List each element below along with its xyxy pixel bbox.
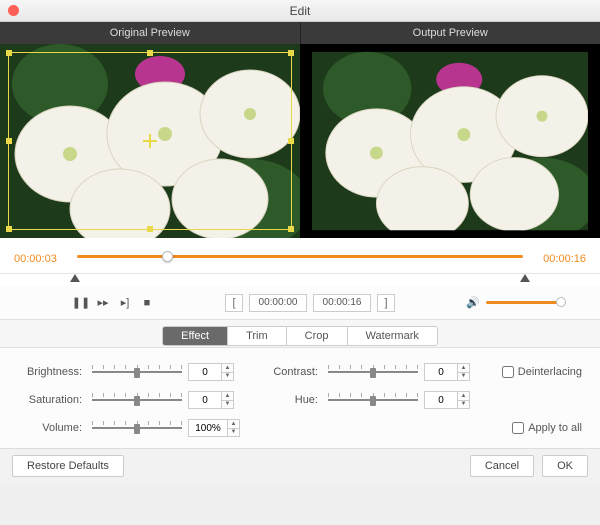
hue-slider[interactable] — [328, 393, 418, 407]
fast-forward-icon[interactable]: ▸▸ — [96, 296, 110, 310]
output-image — [312, 52, 588, 230]
apply-all-label: Apply to all — [528, 422, 582, 434]
set-end-button[interactable]: ] — [377, 294, 395, 312]
apply-all-checkbox[interactable] — [512, 422, 524, 434]
trim-start-marker[interactable] — [70, 274, 80, 282]
brightness-input[interactable] — [188, 363, 222, 381]
original-preview-label: Original Preview — [0, 22, 301, 44]
hue-input[interactable] — [424, 391, 458, 409]
contrast-up[interactable]: ▲ — [458, 364, 469, 373]
total-time: 00:00:16 — [531, 253, 586, 265]
ok-button[interactable]: OK — [542, 455, 588, 477]
output-preview — [300, 44, 600, 238]
hue-down[interactable]: ▼ — [458, 401, 469, 409]
restore-defaults-button[interactable]: Restore Defaults — [12, 455, 124, 477]
brightness-slider[interactable] — [92, 365, 182, 379]
crop-handle-tr[interactable] — [288, 50, 294, 56]
saturation-input[interactable] — [188, 391, 222, 409]
saturation-label: Saturation: — [18, 394, 86, 406]
playhead[interactable] — [162, 251, 173, 262]
tab-bar: Effect Trim Crop Watermark — [0, 320, 600, 348]
set-start-button[interactable]: [ — [225, 294, 243, 312]
tab-effect[interactable]: Effect — [163, 327, 228, 345]
step-icon[interactable]: ▸] — [118, 296, 132, 310]
crop-handle-bl[interactable] — [6, 226, 12, 232]
volume-effect-slider[interactable] — [92, 421, 182, 435]
contrast-label: Contrast: — [264, 366, 322, 378]
close-window-icon[interactable] — [8, 5, 19, 16]
hue-up[interactable]: ▲ — [458, 392, 469, 401]
crop-handle-bm[interactable] — [147, 226, 153, 232]
window-title: Edit — [290, 4, 311, 18]
crop-handle-br[interactable] — [288, 226, 294, 232]
volume-icon[interactable]: 🔊 — [466, 296, 480, 310]
current-time: 00:00:03 — [14, 253, 69, 265]
saturation-up[interactable]: ▲ — [222, 392, 233, 401]
brightness-down[interactable]: ▼ — [222, 373, 233, 381]
brightness-spinbox[interactable]: ▲▼ — [188, 363, 234, 381]
stop-icon[interactable]: ■ — [140, 296, 154, 310]
crop-handle-mr[interactable] — [288, 138, 294, 144]
trim-start-input[interactable] — [249, 294, 307, 312]
preview-header: Original Preview Output Preview — [0, 22, 600, 44]
tab-crop[interactable]: Crop — [287, 327, 348, 345]
window-lights — [8, 5, 19, 16]
brightness-label: Brightness: — [18, 366, 86, 378]
contrast-input[interactable] — [424, 363, 458, 381]
trim-end-input[interactable] — [313, 294, 371, 312]
crop-handle-tm[interactable] — [147, 50, 153, 56]
volume-label: Volume: — [18, 422, 86, 434]
playback-controls: ❚❚ ▸▸ ▸] ■ [ ] 🔊 — [0, 286, 600, 320]
volume-down[interactable]: ▼ — [228, 429, 239, 437]
hue-spinbox[interactable]: ▲▼ — [424, 391, 470, 409]
contrast-slider[interactable] — [328, 365, 418, 379]
output-preview-label: Output Preview — [301, 22, 600, 44]
effects-panel: Brightness: ▲▼ Contrast: ▲▼ Deinterlacin… — [0, 348, 600, 448]
volume-spinbox[interactable]: ▲▼ — [188, 419, 240, 437]
cancel-button[interactable]: Cancel — [470, 455, 534, 477]
volume-input[interactable] — [188, 419, 228, 437]
bottom-bar: Restore Defaults Cancel OK — [0, 448, 600, 482]
titlebar: Edit — [0, 0, 600, 22]
timeline-slider[interactable] — [77, 250, 523, 268]
brightness-up[interactable]: ▲ — [222, 364, 233, 373]
crop-handle-ml[interactable] — [6, 138, 12, 144]
preview-area — [0, 44, 600, 238]
contrast-spinbox[interactable]: ▲▼ — [424, 363, 470, 381]
deinterlacing-label: Deinterlacing — [518, 366, 582, 378]
saturation-spinbox[interactable]: ▲▼ — [188, 391, 234, 409]
saturation-slider[interactable] — [92, 393, 182, 407]
volume-slider[interactable] — [486, 301, 566, 304]
timeline-row: 00:00:03 00:00:16 — [0, 238, 600, 274]
hue-label: Hue: — [264, 394, 322, 406]
contrast-down[interactable]: ▼ — [458, 373, 469, 381]
crop-handle-tl[interactable] — [6, 50, 12, 56]
volume-up[interactable]: ▲ — [228, 420, 239, 429]
tab-watermark[interactable]: Watermark — [348, 327, 437, 345]
saturation-down[interactable]: ▼ — [222, 401, 233, 409]
trim-end-marker[interactable] — [520, 274, 530, 282]
tab-trim[interactable]: Trim — [228, 327, 287, 345]
trim-markers — [0, 274, 600, 286]
original-preview[interactable] — [0, 44, 300, 238]
crop-box[interactable] — [8, 52, 292, 230]
crop-center-icon[interactable] — [143, 134, 157, 148]
deinterlacing-checkbox[interactable] — [502, 366, 514, 378]
pause-icon[interactable]: ❚❚ — [74, 296, 88, 310]
volume-thumb[interactable] — [556, 297, 566, 307]
